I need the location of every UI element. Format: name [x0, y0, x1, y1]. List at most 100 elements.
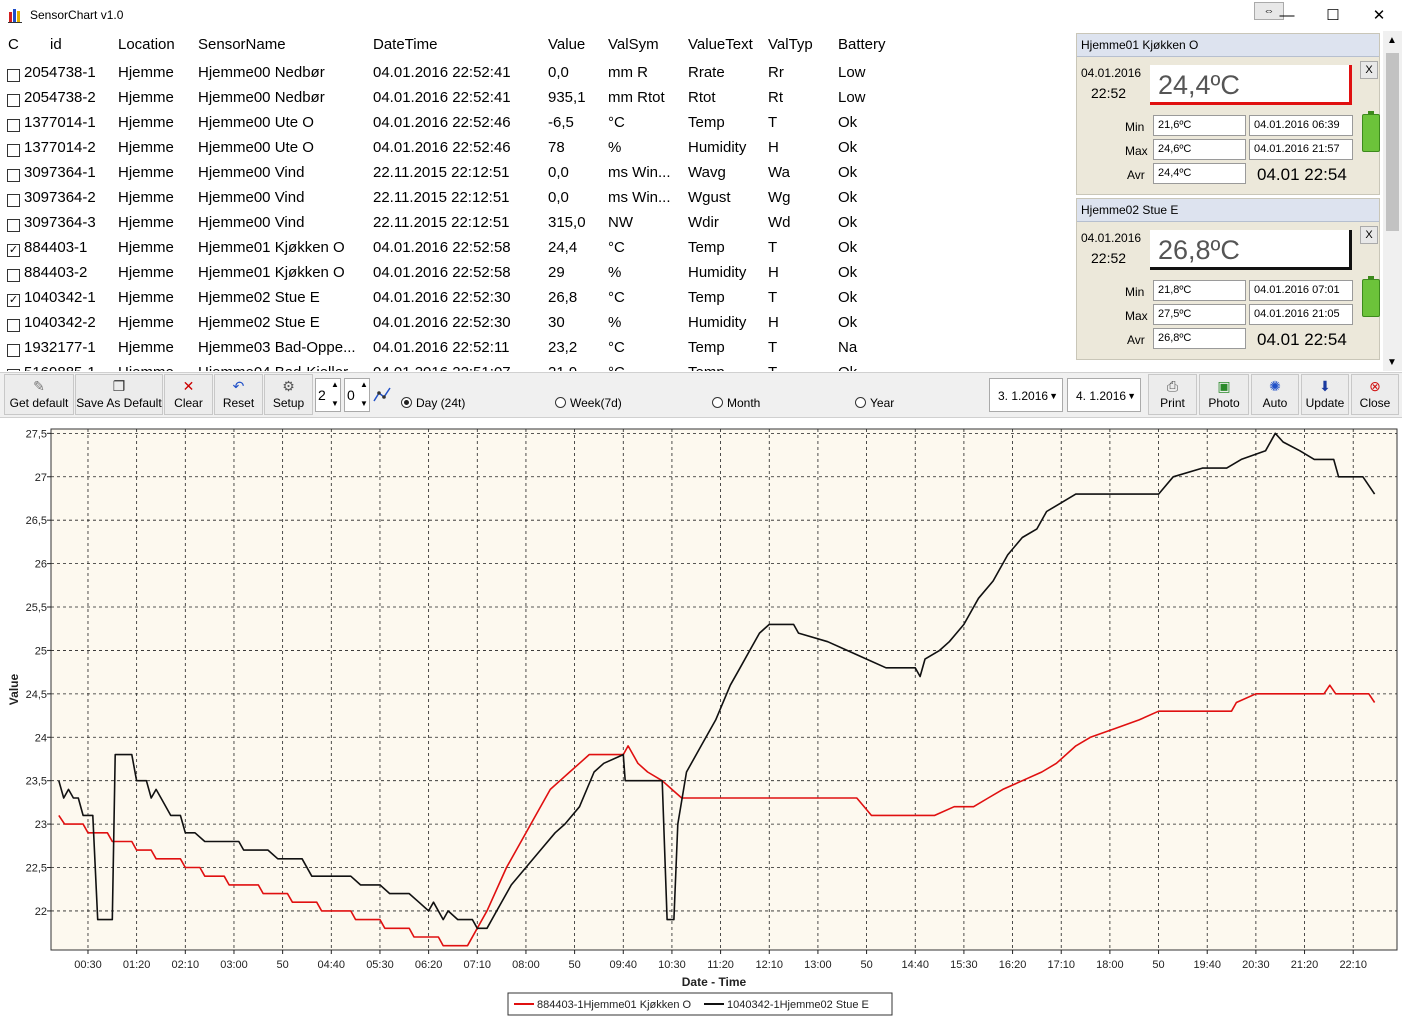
maximize-button[interactable]: ☐ [1310, 0, 1356, 31]
x-tick-label: 13:00 [804, 959, 832, 971]
chart-type-icon[interactable] [372, 385, 392, 405]
column-header[interactable]: DateTime [373, 36, 437, 53]
table-row[interactable]: 1932177-1 Hjemme Hjemme03 Bad-Oppe... 04.01… [0, 336, 1073, 361]
table-row[interactable]: 884403-2 Hjemme Hjemme01 Kjøkken O 04.01.20… [0, 261, 1073, 286]
cell-datetime: 22.11.2015 22:12:51 [373, 189, 510, 206]
cell-valsym: ms Win... [608, 189, 671, 206]
save-as-default-button[interactable]: ❐ Save As Default [75, 374, 163, 415]
save-icon: ❐ [112, 378, 126, 394]
spin-input-1[interactable]: 2 ▲ ▼ [315, 378, 341, 412]
date-from-picker[interactable]: 3. 1.2016 ▼ [989, 378, 1063, 412]
cell-valtyp: T [768, 289, 778, 306]
chevron-down-icon[interactable]: ▼ [1049, 379, 1058, 413]
row-checkbox[interactable] [7, 169, 20, 182]
cell-valtyp: H [768, 264, 779, 281]
cell-battery: Ok [838, 214, 858, 231]
column-header[interactable]: id [50, 36, 62, 53]
row-checkbox[interactable] [7, 144, 20, 157]
column-header[interactable]: Battery [838, 36, 886, 53]
close-button[interactable]: ⊗ Close [1351, 374, 1399, 415]
spin-up-icon[interactable]: ▲ [331, 380, 339, 389]
column-header[interactable]: Location [118, 36, 175, 53]
scroll-thumb[interactable] [1386, 53, 1399, 231]
table-row[interactable]: 1377014-2 Hjemme Hjemme00 Ute O 04.01.2016 … [0, 136, 1073, 161]
cell-id: 1040342-2 [24, 314, 96, 331]
table-row[interactable]: ✓ 1040342-1 Hjemme Hjemme02 Stue E 04.01.201… [0, 286, 1073, 311]
spin-input-2[interactable]: 0 ▲ ▼ [344, 378, 370, 412]
row-checkbox[interactable]: ✓ [7, 294, 20, 307]
card-timestamp: 04.01 22:54 [1257, 330, 1347, 349]
table-row[interactable]: 1377014-1 Hjemme Hjemme00 Ute O 04.01.2016 … [0, 111, 1073, 136]
card-title: Hjemme02 Stue E [1077, 199, 1379, 222]
table-row[interactable]: 2054738-2 Hjemme Hjemme00 Nedbør 04.01.2016… [0, 86, 1073, 111]
clear-button[interactable]: ✕ Clear [164, 374, 213, 415]
get-default-button[interactable]: ✎ Get default [4, 374, 74, 415]
min-label: Min [1125, 120, 1145, 134]
cell-valtyp: T [768, 114, 778, 131]
cell-id: 2054738-1 [24, 64, 96, 81]
cell-battery: Low [838, 64, 866, 81]
sensor-card: Hjemme02 Stue E 04.01.2016 22:52 26,8ºC X Min… [1076, 198, 1380, 360]
row-checkbox[interactable] [7, 344, 20, 357]
radio-month[interactable] [712, 397, 723, 408]
photo-button[interactable]: ▣ Photo [1199, 374, 1249, 415]
table-row[interactable]: 5169885-1 Hjemme Hjemme04 Bad-Kjeller 04.01… [0, 361, 1073, 371]
row-checkbox[interactable] [7, 269, 20, 282]
close-window-button[interactable]: ✕ [1356, 0, 1402, 31]
table-row[interactable]: 3097364-1 Hjemme Hjemme00 Vind 22.11.2015 2… [0, 161, 1073, 186]
radio-week[interactable] [555, 397, 566, 408]
row-checkbox[interactable] [7, 69, 20, 82]
card-close-button[interactable]: X [1360, 226, 1378, 244]
y-tick-label: 24 [35, 732, 47, 744]
scroll-up-icon[interactable]: ▲ [1387, 35, 1397, 46]
auto-button[interactable]: ✺ Auto [1251, 374, 1299, 415]
date-to-picker[interactable]: 4. 1.2016 ▼ [1067, 378, 1141, 412]
chevron-down-icon[interactable]: ▼ [1127, 379, 1136, 413]
cell-battery: Ok [838, 364, 908, 371]
table-row[interactable]: ✓ 884403-1 Hjemme Hjemme01 Kjøkken O 04.01.2… [0, 236, 1073, 261]
card-close-button[interactable]: X [1360, 61, 1378, 79]
cell-valsym: % [608, 139, 622, 156]
row-checkbox[interactable] [7, 119, 20, 132]
minimize-button[interactable]: — [1264, 0, 1310, 31]
row-checkbox[interactable] [7, 194, 20, 207]
y-tick-label: 26 [35, 559, 47, 571]
scroll-down-icon[interactable]: ▼ [1387, 357, 1397, 368]
y-tick-label: 25,5 [26, 602, 47, 614]
cell-location: Hjemme [118, 289, 174, 306]
row-checkbox[interactable] [7, 94, 20, 107]
row-checkbox[interactable] [7, 219, 20, 232]
column-header[interactable]: ValueText [688, 36, 753, 53]
x-tick-label: 12:10 [755, 959, 783, 971]
cell-value: 21,9 [548, 364, 606, 371]
column-header[interactable]: ValTyp [768, 36, 813, 53]
column-header[interactable]: Value [548, 36, 585, 53]
print-button[interactable]: ⎙ Print [1148, 374, 1197, 415]
column-header[interactable]: SensorName [198, 36, 286, 53]
spin-down-icon[interactable]: ▼ [360, 399, 368, 408]
row-checkbox[interactable] [7, 319, 20, 332]
cell-valtyp: T [768, 339, 778, 356]
reset-button[interactable]: ↶ Reset [214, 374, 263, 415]
table-row[interactable]: 3097364-3 Hjemme Hjemme00 Vind 22.11.2015 2… [0, 211, 1073, 236]
app-icon [8, 7, 24, 23]
update-button[interactable]: ⬇ Update [1301, 374, 1349, 415]
row-checkbox[interactable]: ✓ [7, 244, 20, 257]
table-row[interactable]: 3097364-2 Hjemme Hjemme00 Vind 22.11.2015 2… [0, 186, 1073, 211]
cell-valsym: mm Rtot [608, 89, 665, 106]
cell-battery: Ok [838, 114, 858, 131]
table-row[interactable]: 1040342-2 Hjemme Hjemme02 Stue E 04.01.2016… [0, 311, 1073, 336]
cell-valtext: Temp [688, 114, 725, 131]
spin-up-icon[interactable]: ▲ [360, 380, 368, 389]
cards-scrollbar[interactable]: ▲ ▼ [1383, 31, 1402, 371]
radio-day[interactable] [401, 397, 412, 408]
cell-valtext: Wdir [688, 214, 719, 231]
radio-year[interactable] [855, 397, 866, 408]
setup-button[interactable]: ⚙ Setup [264, 374, 313, 415]
column-header[interactable]: C [8, 36, 19, 53]
spin-down-icon[interactable]: ▼ [331, 399, 339, 408]
column-header[interactable]: ValSym [608, 36, 659, 53]
table-row[interactable]: 2054738-1 Hjemme Hjemme00 Nedbør 04.01.2016… [0, 61, 1073, 86]
row-checkbox[interactable] [7, 369, 20, 371]
label-week: Week(7d) [570, 396, 622, 410]
